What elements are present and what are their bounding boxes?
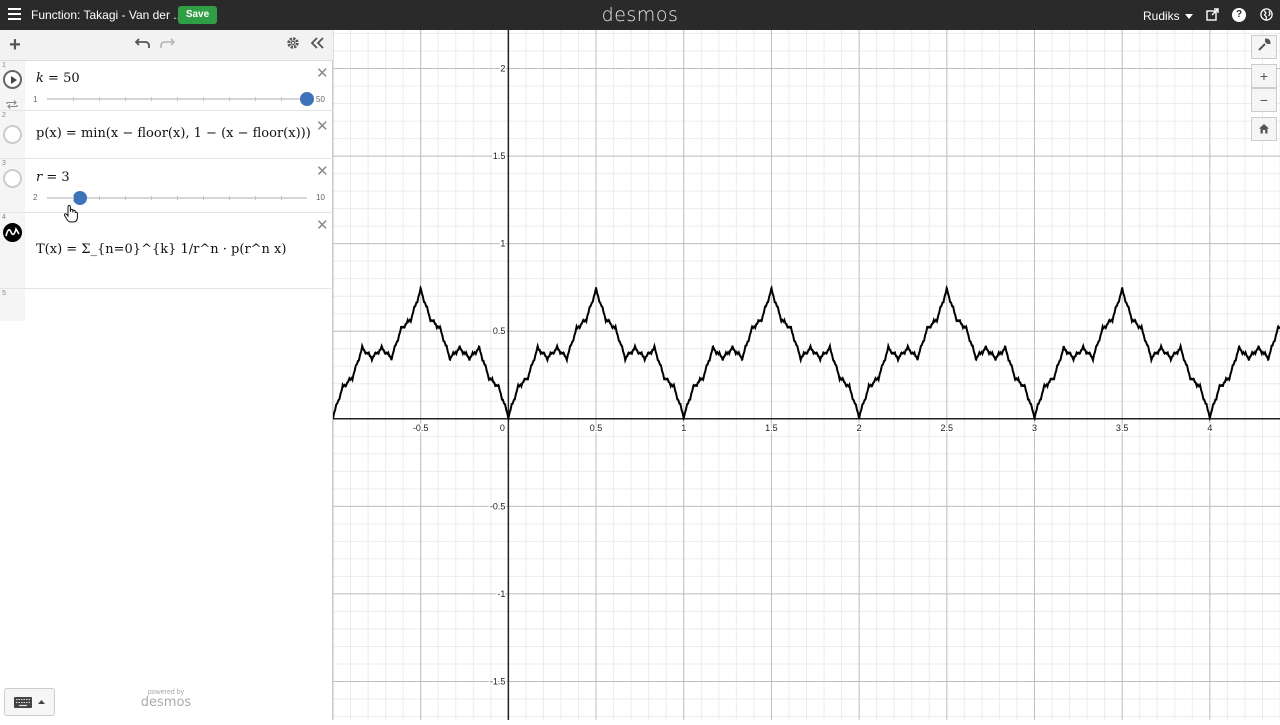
- slider-min[interactable]: 1: [33, 95, 37, 104]
- slider-tick: [281, 97, 282, 101]
- x-tick-label: 3.5: [1116, 423, 1129, 433]
- slider-tick: [281, 196, 282, 200]
- x-tick-label: 1: [681, 423, 686, 433]
- graph-canvas[interactable]: -0.5 0 0.5 1 1.5 2 2.5 3 3.5 4 2 1.5 1 0.5 -0.5 -1 -1.5: [332, 30, 1280, 720]
- close-icon[interactable]: ✕: [316, 66, 329, 81]
- y-tick-label: 1.5: [493, 151, 506, 161]
- expression-index: 1: [2, 62, 6, 69]
- slider-tick: [255, 97, 256, 101]
- expression-row-p[interactable]: 2 p(x) = min(x − floor(x), 1 − (x − floo…: [0, 111, 333, 159]
- slider-tick: [151, 196, 152, 200]
- expression-row-r[interactable]: 3 r = 3 2 10 ✕: [0, 159, 333, 213]
- expression-gutter: 3: [0, 159, 25, 212]
- wrench-icon[interactable]: [1251, 35, 1277, 59]
- expression-gutter: 4: [0, 213, 25, 288]
- powered-by-logo[interactable]: powered by desmos: [139, 689, 193, 710]
- expression-index: 4: [2, 214, 6, 221]
- play-icon[interactable]: [3, 70, 22, 89]
- slider-tick: [229, 97, 230, 101]
- close-icon[interactable]: ✕: [316, 119, 329, 134]
- y-tick-label: 1: [500, 239, 505, 249]
- slider-tick: [203, 196, 204, 200]
- slider-tick: [73, 196, 74, 200]
- collapse-panel-icon[interactable]: [309, 36, 325, 54]
- expression-index: 5: [2, 290, 6, 297]
- slider-min[interactable]: 2: [33, 193, 37, 202]
- expression-gutter: 2: [0, 111, 25, 158]
- y-tick-label: -0.5: [490, 501, 506, 511]
- expression-toolbar: +: [0, 30, 333, 61]
- slider-max[interactable]: 50: [316, 95, 325, 104]
- expression-gutter: 5: [0, 289, 25, 321]
- slider-tick: [177, 196, 178, 200]
- x-tick-label: 1.5: [765, 423, 778, 433]
- graph-area[interactable]: -0.5 0 0.5 1 1.5 2 2.5 3 3.5 4 2 1.5 1 0.5 -0.5 -1 -1.5: [332, 30, 1280, 720]
- slider-equation[interactable]: k = 50: [36, 71, 80, 86]
- expression-row-t[interactable]: 4 T(x) = Σ_{n=0}^{k} 1/r^n · p(r^n x) ✕: [0, 213, 333, 289]
- slider-tick: [151, 97, 152, 101]
- slider-tick: [125, 196, 126, 200]
- slider-track[interactable]: [47, 191, 307, 205]
- close-icon[interactable]: ✕: [316, 218, 329, 233]
- zoom-out-icon[interactable]: −: [1251, 88, 1277, 112]
- slider-tick: [99, 97, 100, 101]
- y-tick-label: 2: [500, 64, 505, 74]
- x-tick-label: 4: [1207, 423, 1212, 433]
- x-tick-label: 0.5: [590, 423, 603, 433]
- graph-style-icon[interactable]: [3, 223, 22, 242]
- brand-logo: desmos: [601, 4, 679, 26]
- user-menu[interactable]: Rudiks: [1143, 9, 1193, 23]
- slider-tick: [125, 97, 126, 101]
- close-icon[interactable]: ✕: [316, 164, 329, 179]
- slider-equation[interactable]: r = 3: [36, 170, 70, 185]
- slider-tick: [99, 196, 100, 200]
- slider-tick: [203, 97, 204, 101]
- slider-handle[interactable]: [72, 191, 87, 205]
- slider-handle[interactable]: [300, 92, 314, 106]
- home-icon[interactable]: [1251, 117, 1277, 141]
- zoom-in-icon[interactable]: +: [1251, 64, 1277, 88]
- gear-icon[interactable]: [286, 36, 300, 54]
- help-icon[interactable]: ?: [1232, 8, 1246, 22]
- x-tick-label: 2.5: [941, 423, 954, 433]
- expression-panel: + 1 k = 50 1 50 ✕ 2 p(x) = min(x − floor…: [0, 30, 333, 720]
- add-item-icon[interactable]: +: [8, 35, 22, 55]
- slider-track[interactable]: [47, 92, 314, 106]
- keyboard-toggle-button[interactable]: [4, 688, 55, 716]
- y-tick-label: -1: [497, 589, 505, 599]
- x-tick-label: 3: [1032, 423, 1037, 433]
- expression-row-empty[interactable]: 5: [0, 289, 333, 321]
- chevron-down-icon: [1184, 14, 1193, 20]
- slider-max[interactable]: 10: [316, 193, 325, 202]
- redo-icon[interactable]: [159, 36, 175, 54]
- globe-icon[interactable]: [1259, 8, 1273, 22]
- top-bar: Function: Takagi - Van der ... Save desm…: [0, 0, 1280, 30]
- y-tick-label: 0.5: [493, 326, 506, 336]
- equation-p[interactable]: p(x) = min(x − floor(x), 1 − (x − floor(…: [36, 126, 311, 141]
- x-tick-label: -0.5: [413, 423, 429, 433]
- slider-tick: [229, 196, 230, 200]
- expression-row-k[interactable]: 1 k = 50 1 50 ✕: [0, 61, 333, 111]
- equation-t[interactable]: T(x) = Σ_{n=0}^{k} 1/r^n · p(r^n x): [36, 242, 286, 257]
- slider-tick: [177, 97, 178, 101]
- powered-by-brand: desmos: [140, 695, 192, 710]
- expression-index: 2: [2, 112, 6, 119]
- x-tick-label: 0: [500, 423, 505, 433]
- user-name: Rudiks: [1143, 9, 1180, 23]
- slider-tick: [73, 97, 74, 101]
- color-toggle-icon[interactable]: [3, 125, 22, 144]
- share-icon[interactable]: [1205, 8, 1219, 22]
- undo-icon[interactable]: [134, 36, 150, 54]
- x-tick-label: 2: [857, 423, 862, 433]
- expression-gutter: 1: [0, 61, 25, 110]
- slider-tick: [255, 196, 256, 200]
- y-tick-label: -1.5: [490, 676, 506, 686]
- color-toggle-icon[interactable]: [3, 169, 22, 188]
- expression-index: 3: [2, 160, 6, 167]
